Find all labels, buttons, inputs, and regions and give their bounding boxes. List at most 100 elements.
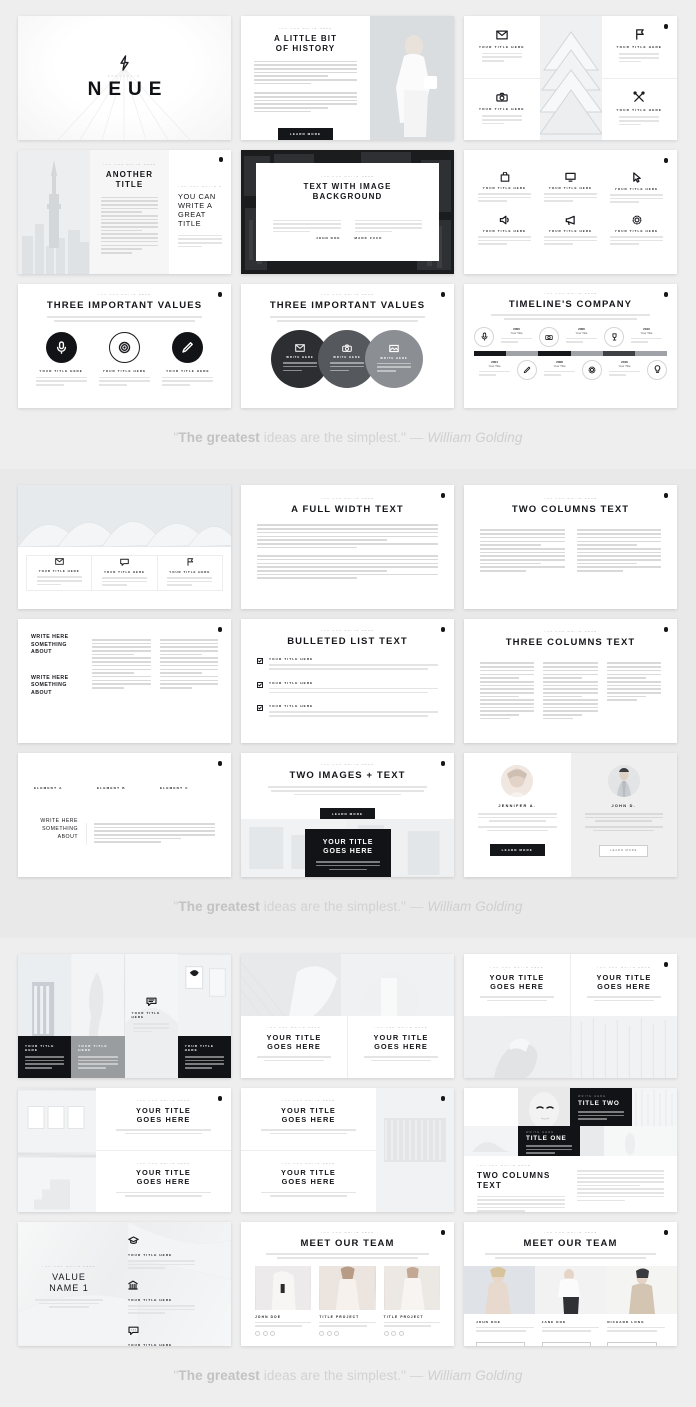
timeline-event[interactable]: 2004 Your Title (474, 360, 515, 378)
social-icon[interactable] (326, 1330, 332, 1336)
learn-more-button[interactable]: LEARN MORE (599, 844, 649, 857)
title-card-two[interactable]: WRITE HERE TITLE TWO (570, 1088, 632, 1126)
timeline-event[interactable]: 2006 Your Title (561, 327, 602, 345)
value-item[interactable]: YOUR TITLE HERE (128, 1322, 218, 1346)
bag-icon (500, 172, 509, 182)
slide-four-image-collage[interactable]: YOUR TITLE HERE YOUR TITLE HERE YOUR TIT… (18, 954, 231, 1078)
collage-col[interactable]: YOUR TITLE HERE (71, 954, 125, 1078)
slide-three-icon-cards-image[interactable]: YOUR TITLE HERE YOUR TITLE HERE YOUR TIT… (18, 485, 231, 609)
social-icon[interactable] (398, 1330, 404, 1336)
slide-cover[interactable]: PORTFOLIO NEUE (18, 16, 231, 140)
card-title: TITLE TWO (578, 1100, 620, 1107)
value-icon-circle (108, 331, 140, 363)
slide-value-name-1[interactable]: YOU CAN WRITE HERE VALUE NAME 1 YOUR TIT… (18, 1222, 231, 1346)
slide-stacked-title-cards-right[interactable]: YOU CAN WRITE HERE YOUR TITLE GOES HERE … (241, 1088, 454, 1212)
slide-two-title-blocks-images[interactable]: YOU CAN WRITE HERE YOUR TITLE GOES HERE … (464, 954, 677, 1078)
slide-two-columns-text[interactable]: YOU CAN WRITE HERE TWO COLUMNS TEXT (464, 485, 677, 609)
social-icon[interactable] (319, 1330, 325, 1336)
overlay-title-card[interactable]: YOUR TITLE GOES HERE (305, 829, 391, 877)
icon-cell[interactable]: YOUR TITLE HERE (607, 215, 666, 247)
slide-meet-our-team-projects[interactable]: YOU CAN WRITE HERE MEET OUR TEAM JOHN DO… (241, 1222, 454, 1346)
team-member[interactable]: JOHN DOE LEARN MORE (476, 1320, 534, 1346)
title-card[interactable]: YOU CAN WRITE HERE YOUR TITLE GOES HERE (241, 1016, 348, 1078)
social-icon[interactable] (270, 1330, 275, 1336)
value-circle[interactable]: WRITE HERE (365, 329, 423, 388)
title-card[interactable]: YOU CAN WRITE HERE YOUR TITLE GOES HERE (348, 1016, 454, 1078)
timeline-event[interactable]: 2008 Your Title (539, 360, 580, 378)
title-card[interactable]: YOU CAN WRITE HERE YOUR TITLE GOES HERE (96, 1088, 231, 1151)
slide-four-icon-grid[interactable]: YOUR TITLE HERE YOUR TITLE HERE YOUR TIT… (464, 16, 677, 140)
slide-two-images-plus-text[interactable]: YOU CAN WRITE HERE TWO IMAGES + TEXT LEA… (241, 753, 454, 877)
learn-more-button[interactable]: LEARN MORE (277, 127, 334, 140)
icon-card[interactable]: YOUR TITLE HERE (26, 555, 93, 591)
slide-elements-abc[interactable]: ELEMENT A ELEMENT B ELEMENT C WRITE HERE… (18, 753, 231, 877)
icon-cell[interactable]: YOUR TITLE HERE (475, 215, 534, 247)
learn-more-button[interactable]: LEARN MORE (476, 1342, 526, 1346)
slide-two-columns-text-images[interactable]: WRITE HERE TITLE TWO WRITE HERE TITLE ON… (464, 1088, 677, 1212)
title-card[interactable]: YOU CAN WRITE HERE YOUR TITLE GOES HERE (241, 1088, 376, 1151)
icon-card[interactable]: YOUR TITLE HERE (92, 555, 158, 591)
team-member[interactable]: JANE DOE LEARN MORE (541, 1320, 600, 1346)
slide-write-here-something-about[interactable]: WRITE HERE SOMETHING ABOUT WRITE HERE SO… (18, 619, 231, 743)
social-icon[interactable] (255, 1330, 260, 1336)
collage-col[interactable]: YOUR TITLE HERE (177, 954, 231, 1078)
icon-cell[interactable]: YOUR TITLE HERE (541, 215, 600, 247)
social-icon[interactable] (391, 1330, 397, 1336)
title-card[interactable]: YOU CAN WRITE HERE YOUR TITLE GOES HERE (571, 954, 677, 1016)
slide-three-important-values-circles[interactable]: YOU CAN WRITE HERE THREE IMPORTANT VALUE… (18, 284, 231, 408)
slide-text-with-image-background[interactable]: YOU CAN WRITE HERE TEXT WITH IMAGE BACKG… (241, 150, 454, 274)
learn-more-button[interactable]: LEARN MORE (489, 844, 545, 857)
profile-left[interactable]: JENNIFER A. LEARN MORE (464, 753, 571, 877)
collage-card-dark[interactable]: YOUR TITLE HERE (18, 1036, 72, 1078)
value-label: WRITE HERE (286, 355, 314, 360)
collage-card-dark[interactable]: YOUR TITLE HERE (177, 1036, 231, 1078)
list-item[interactable]: YOUR TITLE HERE (257, 657, 438, 671)
list-item[interactable]: YOUR TITLE HERE (257, 704, 438, 718)
team-member[interactable]: TITLE PROJECT (319, 1265, 376, 1336)
card-title: TITLE ONE (526, 1135, 567, 1142)
value-item[interactable]: YOUR TITLE HERE (161, 331, 215, 388)
value-item[interactable]: YOUR TITLE HERE (128, 1277, 218, 1314)
learn-more-button[interactable]: LEARN MORE (607, 1342, 657, 1346)
slide-title: THREE COLUMNS TEXT (505, 636, 636, 648)
learn-more-button[interactable]: LEARN MORE (541, 1342, 591, 1346)
slide-meet-our-team-buttons[interactable]: YOU CAN WRITE HERE MEET OUR TEAM JOHN DO… (464, 1222, 677, 1346)
icon-cell[interactable]: YOUR TITLE HERE (541, 172, 600, 205)
collage-col-light[interactable]: YOUR TITLE HERE (124, 954, 178, 1078)
slide-another-title[interactable]: YOU CAN WRITE HERE ANOTHER TITLE YOU CAN… (18, 150, 231, 274)
value-item[interactable]: YOUR TITLE HERE (128, 1232, 218, 1269)
team-member[interactable]: RICHARD LONG LEARN MORE (607, 1320, 666, 1346)
slide-bulleted-list-text[interactable]: YOU CAN WRITE HERE BULLETED LIST TEXT YO… (241, 619, 454, 743)
title-card[interactable]: YOU CAN WRITE HERE YOUR TITLE GOES HERE (464, 954, 571, 1016)
slide-two-image-title-cards[interactable]: YOU CAN WRITE HERE YOUR TITLE GOES HERE … (241, 954, 454, 1078)
team-member[interactable]: TITLE PROJECT (383, 1265, 440, 1336)
collage-card-gray[interactable]: YOUR TITLE HERE (71, 1036, 125, 1078)
title-card-one[interactable]: WRITE HERE TITLE ONE (518, 1126, 580, 1156)
icon-cell[interactable]: YOUR TITLE HERE (607, 172, 666, 205)
title-card[interactable]: YOU CAN WRITE HERE YOUR TITLE GOES HERE (241, 1151, 376, 1213)
slide-a-full-width-text[interactable]: YOU CAN WRITE HERE A FULL WIDTH TEXT (241, 485, 454, 609)
slide-profiles[interactable]: JENNIFER A. LEARN MORE JOHN D. LEARN MOR… (464, 753, 677, 877)
profile-right[interactable]: JOHN D. LEARN MORE (570, 753, 677, 877)
timeline-event[interactable]: 2016 Your Title (604, 360, 645, 378)
icon-cell[interactable]: YOUR TITLE HERE (475, 172, 534, 205)
section-two: YOUR TITLE HERE YOUR TITLE HERE YOUR TIT… (0, 469, 696, 938)
slide-six-icon-grid[interactable]: YOUR TITLE HERE YOUR TITLE HERE YOUR TIT… (464, 150, 677, 274)
slide-timelines-company[interactable]: YOU CAN WRITE HERE TIMELINE'S COMPANY 20… (464, 284, 677, 408)
social-icon[interactable] (383, 1330, 389, 1336)
value-item[interactable]: YOUR TITLE HERE (34, 331, 88, 388)
slide-a-little-bit-of-history[interactable]: YOU CAN WRITE HERE A LITTLE BIT OF HISTO… (241, 16, 454, 140)
slide-three-important-values-overlap[interactable]: YOU CAN WRITE HERE THREE IMPORTANT VALUE… (241, 284, 454, 408)
timeline-event[interactable]: 2010 Your Title (626, 327, 667, 345)
social-icon[interactable] (262, 1330, 268, 1336)
timeline-event[interactable]: 2000 Your Title (496, 327, 537, 345)
slide-three-columns-text[interactable]: YOU CAN WRITE HERE THREE COLUMNS TEXT (464, 619, 677, 743)
icon-card[interactable]: YOUR TITLE HERE (157, 555, 223, 591)
slide-stacked-title-cards-left[interactable]: YOU CAN WRITE HERE YOUR TITLE GOES HERE … (18, 1088, 231, 1212)
collage-col[interactable]: YOUR TITLE HERE (18, 954, 72, 1078)
value-item[interactable]: YOUR TITLE HERE (97, 331, 151, 388)
title-card[interactable]: YOU CAN WRITE HERE YOUR TITLE GOES HERE (96, 1151, 231, 1213)
social-icon[interactable] (334, 1330, 340, 1336)
team-member[interactable]: JOHN DOE (255, 1265, 312, 1336)
list-item[interactable]: YOUR TITLE HERE (257, 681, 438, 695)
